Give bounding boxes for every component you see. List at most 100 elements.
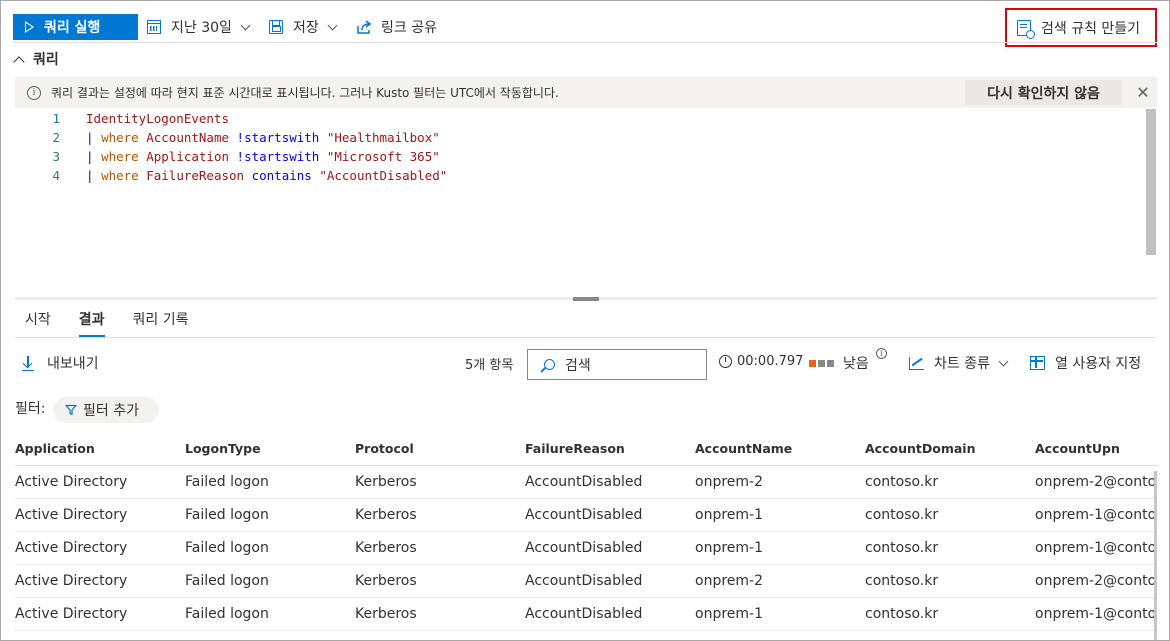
- run-query-label: 쿼리 실행: [44, 20, 101, 36]
- line-number: 2: [52, 130, 60, 145]
- timezone-info-bar: i 쿼리 결과는 설정에 따라 현지 표준 시간대로 표시됩니다. 그러나 Ku…: [15, 77, 1157, 108]
- table-cell: contoso.kr: [865, 540, 939, 556]
- query-section-title: 쿼리: [33, 52, 59, 68]
- play-icon: [25, 21, 34, 33]
- table-cell: onprem-1: [695, 540, 763, 556]
- chevron-down-icon: [998, 356, 1009, 366]
- share-link-button[interactable]: 링크 공유: [356, 14, 437, 40]
- time-range-label: 지난 30일: [171, 20, 232, 36]
- table-cell: onprem-2@contoso: [1035, 474, 1157, 490]
- table-row[interactable]: Active Directory Failed logon Kerberos A…: [15, 532, 1157, 565]
- table-cell: onprem-1: [695, 507, 763, 523]
- table-row[interactable]: Active Directory Failed logon Kerberos A…: [15, 466, 1157, 499]
- add-filter-label: 필터 추가: [83, 403, 139, 419]
- column-header[interactable]: AccountUpn: [1035, 441, 1157, 456]
- column-header[interactable]: LogonType: [185, 441, 355, 456]
- time-range-dropdown[interactable]: 지난 30일: [147, 14, 251, 40]
- calendar-icon: [147, 20, 161, 34]
- item-count: 5개 항목: [465, 358, 514, 373]
- column-header[interactable]: Application: [15, 441, 185, 456]
- table-cell: onprem-2@contoso: [1035, 573, 1157, 589]
- column-header[interactable]: FailureReason: [525, 441, 695, 456]
- severity-label: 낮음: [843, 356, 869, 372]
- table-row[interactable]: Active Directory Failed logon Kerberos A…: [15, 598, 1157, 631]
- save-dropdown[interactable]: 저장: [269, 14, 338, 40]
- share-icon: [357, 19, 372, 34]
- query-section-toggle[interactable]: 쿼리: [13, 49, 59, 69]
- table-cell: Kerberos: [355, 540, 417, 556]
- string-literal: "AccountDisabled": [319, 168, 448, 183]
- tab-results[interactable]: 결과: [78, 309, 105, 337]
- create-rule-label: 검색 규칙 만들기: [1041, 20, 1141, 37]
- pipe-token: |: [86, 130, 102, 145]
- code-line: 3 | where Application !startswith "Micro…: [15, 147, 439, 166]
- table-cell: AccountDisabled: [525, 573, 643, 589]
- detection-rule-icon: [1017, 19, 1035, 39]
- operator-token: !startswith: [229, 130, 327, 145]
- table-cell: onprem-1@contoso: [1035, 606, 1157, 622]
- code-line: 4 | where FailureReason contains "Accoun…: [15, 166, 447, 185]
- splitter-handle[interactable]: [573, 297, 599, 301]
- column-token: Application: [146, 149, 230, 164]
- severity-bar: [818, 359, 825, 367]
- line-number: 4: [52, 168, 60, 183]
- duration-value: 00:00.797: [737, 354, 804, 369]
- results-search-input[interactable]: 검색: [527, 349, 707, 380]
- query-duration: 00:00.797: [719, 354, 803, 369]
- run-query-button[interactable]: 쿼리 실행: [13, 14, 138, 40]
- export-label: 내보내기: [47, 356, 99, 372]
- dont-show-again-button[interactable]: 다시 확인하지 않음: [965, 80, 1122, 105]
- table-cell: AccountDisabled: [525, 540, 643, 556]
- table-scrollbar[interactable]: [1154, 471, 1157, 640]
- table-cell: Kerberos: [355, 573, 417, 589]
- advanced-hunting-window: 쿼리 실행 지난 30일 저장 링크 공유 검색 규칙 만들기 쿼리 i 쿼리 …: [0, 0, 1170, 641]
- save-label: 저장: [293, 20, 319, 36]
- editor-scrollbar[interactable]: [1146, 109, 1156, 255]
- tab-getting-started[interactable]: 시작: [25, 309, 51, 334]
- string-literal: "Microsoft 365": [326, 149, 440, 164]
- table-cell: onprem-1: [695, 606, 763, 622]
- column-header[interactable]: AccountName: [695, 441, 865, 456]
- code-line: 2 | where AccountName !startswith "Healt…: [15, 128, 439, 147]
- table-cell: onprem-1@contoso: [1035, 540, 1157, 556]
- table-row[interactable]: Active Directory Failed logon Kerberos A…: [15, 499, 1157, 532]
- chart-type-dropdown[interactable]: 차트 종류: [909, 353, 1009, 373]
- table-cell: Active Directory: [15, 474, 128, 490]
- download-icon: [22, 356, 34, 371]
- tabs-divider: [15, 337, 1157, 338]
- save-icon: [269, 20, 283, 34]
- table-cell: Active Directory: [15, 540, 128, 556]
- column-header[interactable]: Protocol: [355, 441, 525, 456]
- table-cell: Failed logon: [185, 573, 269, 589]
- table-cell: AccountDisabled: [525, 606, 643, 622]
- customize-columns-button[interactable]: 열 사용자 지정: [1030, 353, 1141, 373]
- chevron-up-icon: [13, 55, 25, 68]
- severity-bar-active: [809, 359, 816, 367]
- customize-columns-label: 열 사용자 지정: [1055, 356, 1142, 372]
- close-icon[interactable]: ✕: [1133, 82, 1153, 102]
- table-cell: AccountDisabled: [525, 507, 643, 523]
- search-icon: [544, 359, 555, 370]
- table-cell: Failed logon: [185, 540, 269, 556]
- query-editor[interactable]: 1 IdentityLogonEvents 2 | where AccountN…: [15, 109, 1157, 297]
- chevron-down-icon: [327, 20, 338, 30]
- table-cell: contoso.kr: [865, 474, 939, 490]
- export-button[interactable]: 내보내기: [22, 352, 99, 374]
- table-cell: Failed logon: [185, 606, 269, 622]
- operator-token: !startswith: [229, 149, 327, 164]
- add-filter-button[interactable]: 필터 추가: [53, 397, 159, 423]
- table-cell: contoso.kr: [865, 606, 939, 622]
- table-cell: Kerberos: [355, 507, 417, 523]
- chart-type-label: 차트 종류: [934, 356, 990, 372]
- tab-query-history[interactable]: 쿼리 기록: [133, 309, 189, 334]
- stopwatch-icon: [719, 355, 732, 368]
- info-icon: i: [27, 85, 41, 100]
- table-cell: Failed logon: [185, 474, 269, 490]
- line-number: 3: [52, 149, 60, 164]
- column-header[interactable]: AccountDomain: [865, 441, 1035, 456]
- table-row[interactable]: Active Directory Failed logon Kerberos A…: [15, 565, 1157, 598]
- table-cell: contoso.kr: [865, 507, 939, 523]
- results-tabs: 시작 결과 쿼리 기록: [25, 309, 217, 337]
- info-icon[interactable]: i: [876, 348, 887, 359]
- table-header: Application LogonType Protocol FailureRe…: [15, 431, 1157, 466]
